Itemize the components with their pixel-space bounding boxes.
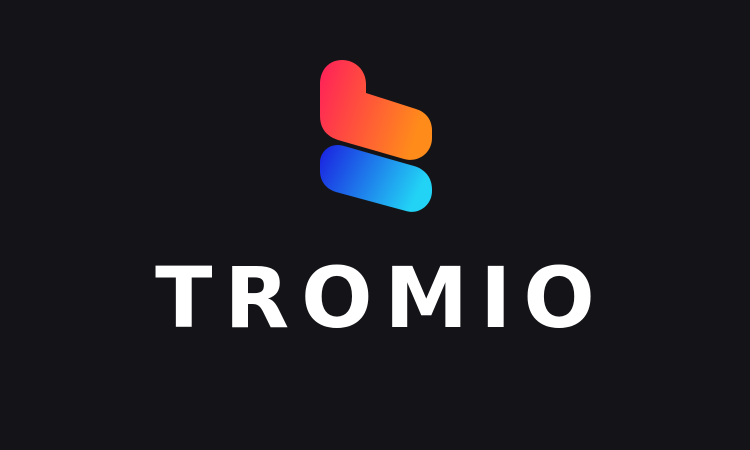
logo-top-shape [320,60,432,160]
tromio-logo-icon [320,60,432,212]
brand-wordmark: TROMIO [155,249,607,347]
logo-canvas: TROMIO [0,0,750,450]
